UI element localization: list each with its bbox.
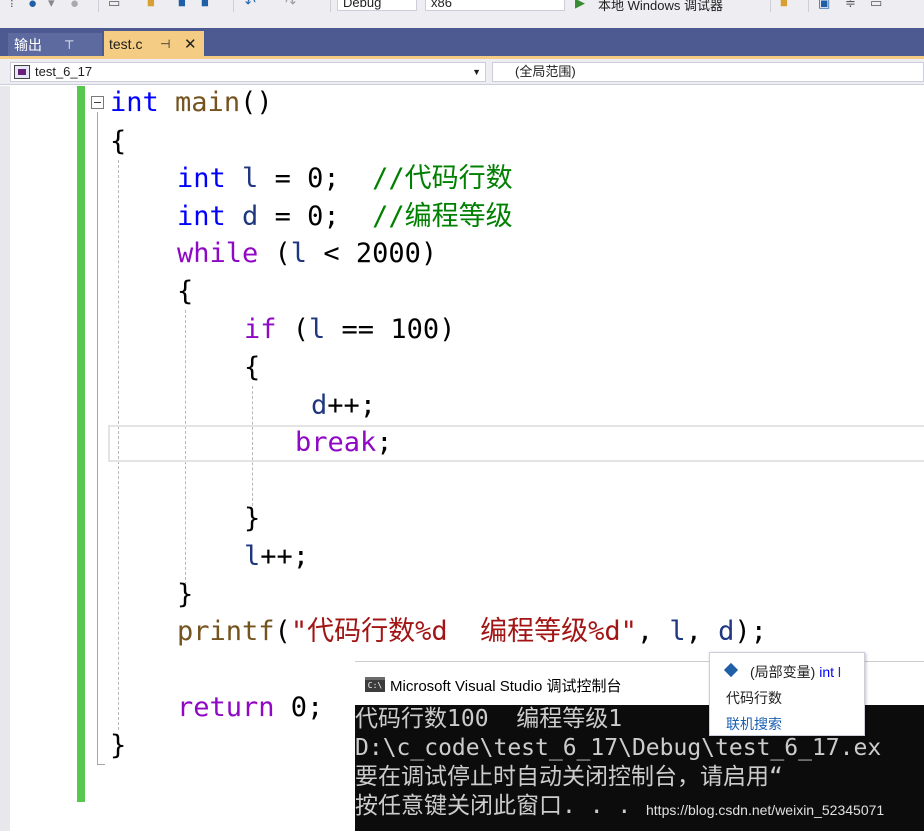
main-toolbar: ⁞ ● ▾ ● ▭ ■ ■ ■ ↶ ↷ Debug x86 ▶ 本地 Windo… [0,0,924,14]
code-line-15[interactable]: printf("代码行数%d 编程等级%d", l, d); [177,614,767,650]
code-line-1[interactable]: int main() [110,85,273,121]
code-line-10[interactable]: break; [295,425,393,461]
find-icon[interactable]: ■ [780,0,788,11]
scope-name: (全局范围) [515,64,576,79]
project-name: test_6_17 [35,64,93,79]
save-all-icon[interactable]: ■ [201,0,209,11]
window-icon[interactable]: ▭ [870,0,882,11]
console-output-line: 代码行数100 编程等级1 [355,706,623,732]
layout-icon[interactable]: ▣ [818,0,830,11]
tab-output[interactable]: 输出 ⊤ [8,33,102,57]
console-output-line: D:\c_code\test_6_17\Debug\test_6_17.ex [355,735,882,761]
redo-icon[interactable]: ↷ [285,0,296,11]
tooltip-signature: (局部变量) int l [750,664,842,680]
console-output-line: 按任意键关闭此窗口. . . [355,793,632,819]
code-line-4[interactable]: int d = 0; //编程等级 [177,199,513,235]
quick-info-tooltip: (局部变量) int l 代码行数 联机搜索 [709,652,865,736]
code-line-12[interactable]: } [244,501,260,537]
code-line-8[interactable]: { [244,350,260,386]
open-folder-icon[interactable]: ■ [147,0,155,11]
back-icon[interactable]: ● [28,0,37,12]
outline-line [97,112,98,764]
console-title: Microsoft Visual Studio 调试控制台 [390,678,622,695]
pin-icon[interactable]: ⊣ [160,31,170,58]
current-line-highlight [108,425,924,462]
indicator-margin[interactable] [0,86,10,831]
code-line-2[interactable]: { [110,124,126,160]
console-output-line: 要在调试停止时自动关闭控制台，请启用“ [355,764,783,790]
solution-platform-select[interactable]: x86 [425,0,565,11]
line-number-margin[interactable] [10,86,40,831]
new-item-icon[interactable]: ▭ [108,0,120,11]
code-line-13[interactable]: l++; [244,539,309,575]
chevron-down-icon[interactable]: ▼ [472,63,481,81]
project-dropdown[interactable]: test_6_17 ▼ [10,62,486,82]
search-online-link[interactable]: 联机搜索 [726,714,782,734]
grip-icon: ⁞ [10,0,14,10]
code-line-5[interactable]: while (l < 2000) [177,236,437,272]
project-icon [14,65,30,79]
scope-dropdown[interactable]: (全局范围) [492,62,924,82]
change-tracking-bar [77,86,85,802]
console-icon: C:\ [365,677,385,692]
outline-end [97,764,105,765]
close-icon[interactable]: ✕ [184,31,197,58]
code-line-18[interactable]: } [110,728,126,764]
dropdown-icon[interactable]: ▾ [48,0,55,11]
start-debug-button[interactable]: 本地 Windows 调试器 [598,0,723,13]
solution-config-select[interactable]: Debug [337,0,417,11]
local-variable-icon [723,662,739,678]
code-line-6[interactable]: { [177,274,193,310]
code-line-9[interactable]: d++; [311,388,376,424]
watermark: https://blog.csdn.net/weixin_52345071 [646,802,885,818]
start-debug-icon[interactable]: ▶ [575,0,585,11]
code-line-7[interactable]: if (l == 100) [244,312,455,348]
navigation-bar: test_6_17 ▼ (全局范围) [0,59,924,85]
tooltip-description: 代码行数 [726,690,782,706]
collapse-icon[interactable] [91,96,104,109]
undo-icon[interactable]: ↶ [245,0,256,11]
forward-icon[interactable]: ● [70,0,79,12]
toolbar-options-icon[interactable]: ≑ [845,0,856,11]
code-line-3[interactable]: int l = 0; //代码行数 [177,161,513,197]
code-line-17[interactable]: return 0; [177,690,323,726]
pin-icon[interactable]: ⊤ [64,33,74,57]
tab-output-label: 输出 [14,37,42,53]
tab-test-c-label: test.c [109,36,143,52]
save-icon[interactable]: ■ [178,0,186,11]
tab-test-c[interactable]: test.c ⊣ ✕ [104,31,204,58]
code-line-14[interactable]: } [177,577,193,613]
